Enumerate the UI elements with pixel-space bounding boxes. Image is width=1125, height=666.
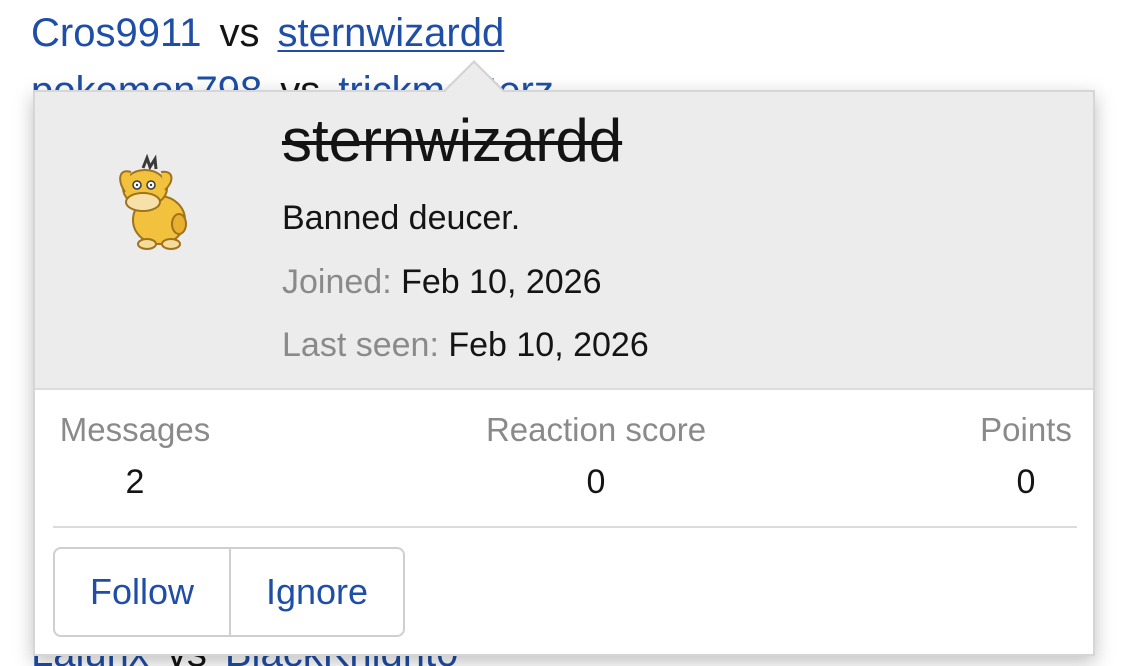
tooltip-header: sternwizardd Banned deucer. Joined: Feb …: [35, 92, 1093, 390]
stat-reaction-score: Reaction score 0: [476, 410, 716, 502]
stat-label: Reaction score: [485, 411, 707, 448]
stat-value: 2: [125, 463, 145, 501]
stat-value: 0: [1016, 463, 1036, 501]
player-link[interactable]: Cros9911: [31, 11, 201, 55]
stat-value: 0: [586, 463, 606, 501]
joined-label: Joined:: [282, 263, 392, 301]
stat-label: Messages: [59, 411, 211, 448]
user-title: Banned deucer.: [282, 199, 521, 237]
ignore-button[interactable]: Ignore: [231, 549, 403, 635]
stat-messages[interactable]: Messages 2: [53, 410, 217, 502]
vs-text: vs: [219, 11, 260, 55]
last-seen-row: Last seen: Feb 10, 2026: [282, 325, 649, 365]
psyduck-avatar-icon[interactable]: [101, 153, 207, 260]
follow-button[interactable]: Follow: [55, 549, 231, 635]
member-stats: Messages 2 Reaction score 0 Points 0: [53, 410, 1077, 528]
player-link[interactable]: sternwizardd: [277, 11, 504, 55]
last-seen-label: Last seen:: [282, 326, 439, 364]
stat-points[interactable]: Points 0: [975, 410, 1077, 502]
stat-label: Points: [980, 411, 1072, 448]
tooltip-arrow-fill: [444, 63, 504, 93]
member-tooltip: sternwizardd Banned deucer. Joined: Feb …: [33, 60, 1095, 656]
page: Cros9911vssternwizardd pokemon798vstrick…: [0, 0, 1125, 666]
username[interactable]: sternwizardd: [282, 106, 622, 176]
matchup-row: Cros9911 vs sternwizardd: [31, 10, 504, 56]
joined-row: Joined: Feb 10, 2026: [282, 262, 601, 302]
joined-value: Feb 10, 2026: [401, 263, 602, 301]
member-actions: Follow Ignore: [53, 547, 405, 637]
last-seen-value: Feb 10, 2026: [448, 326, 649, 364]
